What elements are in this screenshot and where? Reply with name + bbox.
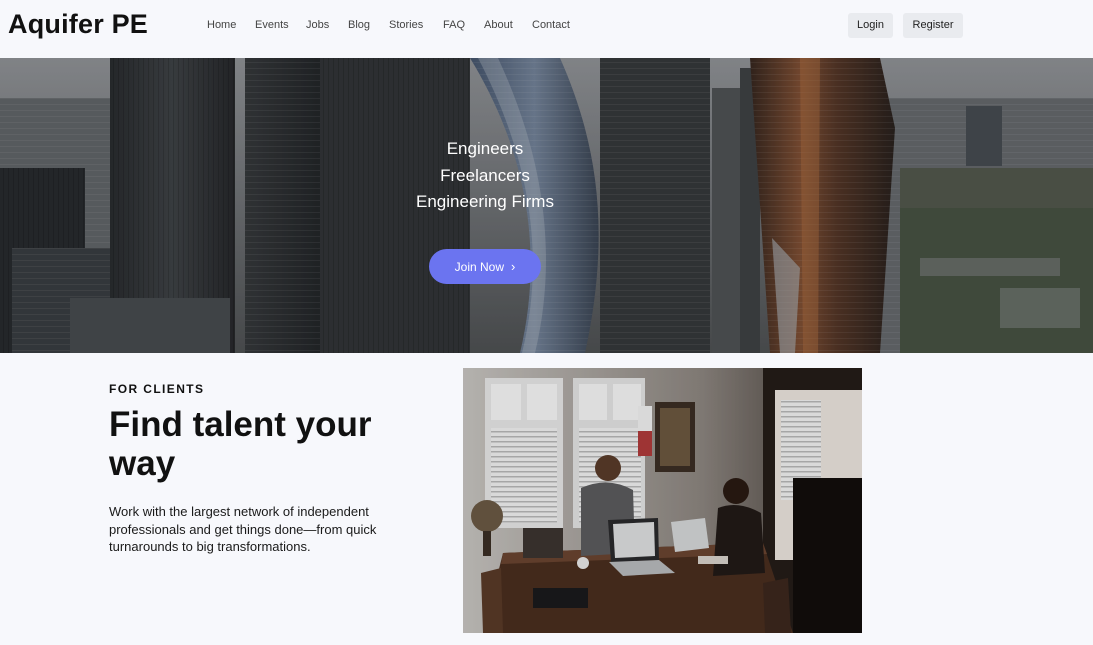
chevron-right-icon: › <box>511 258 516 274</box>
hero-line-firms: Engineering Firms <box>416 192 554 211</box>
nav-link-events[interactable]: Events <box>255 19 289 31</box>
hero-tagline: Engineers Freelancers Engineering Firms <box>0 136 970 216</box>
nav-link-stories[interactable]: Stories <box>389 19 423 31</box>
hero-line-freelancers: Freelancers <box>440 165 530 185</box>
nav-link-contact[interactable]: Contact <box>532 19 570 31</box>
section-eyebrow: FOR CLIENTS <box>109 382 205 396</box>
office-photo <box>463 368 862 633</box>
site-header: Aquifer PE Home Events Jobs Blog Stories… <box>0 0 1093 58</box>
nav-link-blog[interactable]: Blog <box>348 19 370 31</box>
join-now-button[interactable]: Join Now › <box>429 249 541 284</box>
hero-banner: Engineers Freelancers Engineering Firms … <box>0 58 1093 353</box>
login-button[interactable]: Login <box>848 13 893 38</box>
nav-link-home[interactable]: Home <box>207 19 236 31</box>
nav-link-about[interactable]: About <box>484 19 513 31</box>
join-now-label: Join Now <box>454 259 504 274</box>
register-button[interactable]: Register <box>903 13 963 38</box>
nav-link-faq[interactable]: FAQ <box>443 19 465 31</box>
nav-link-jobs[interactable]: Jobs <box>306 19 329 31</box>
site-logo[interactable]: Aquifer PE <box>8 9 148 40</box>
hero-line-engineers: Engineers <box>446 139 524 158</box>
office-photo-illustration <box>463 368 862 633</box>
section-description: Work with the largest network of indepen… <box>109 504 377 554</box>
section-title: Find talent your way <box>109 405 372 483</box>
